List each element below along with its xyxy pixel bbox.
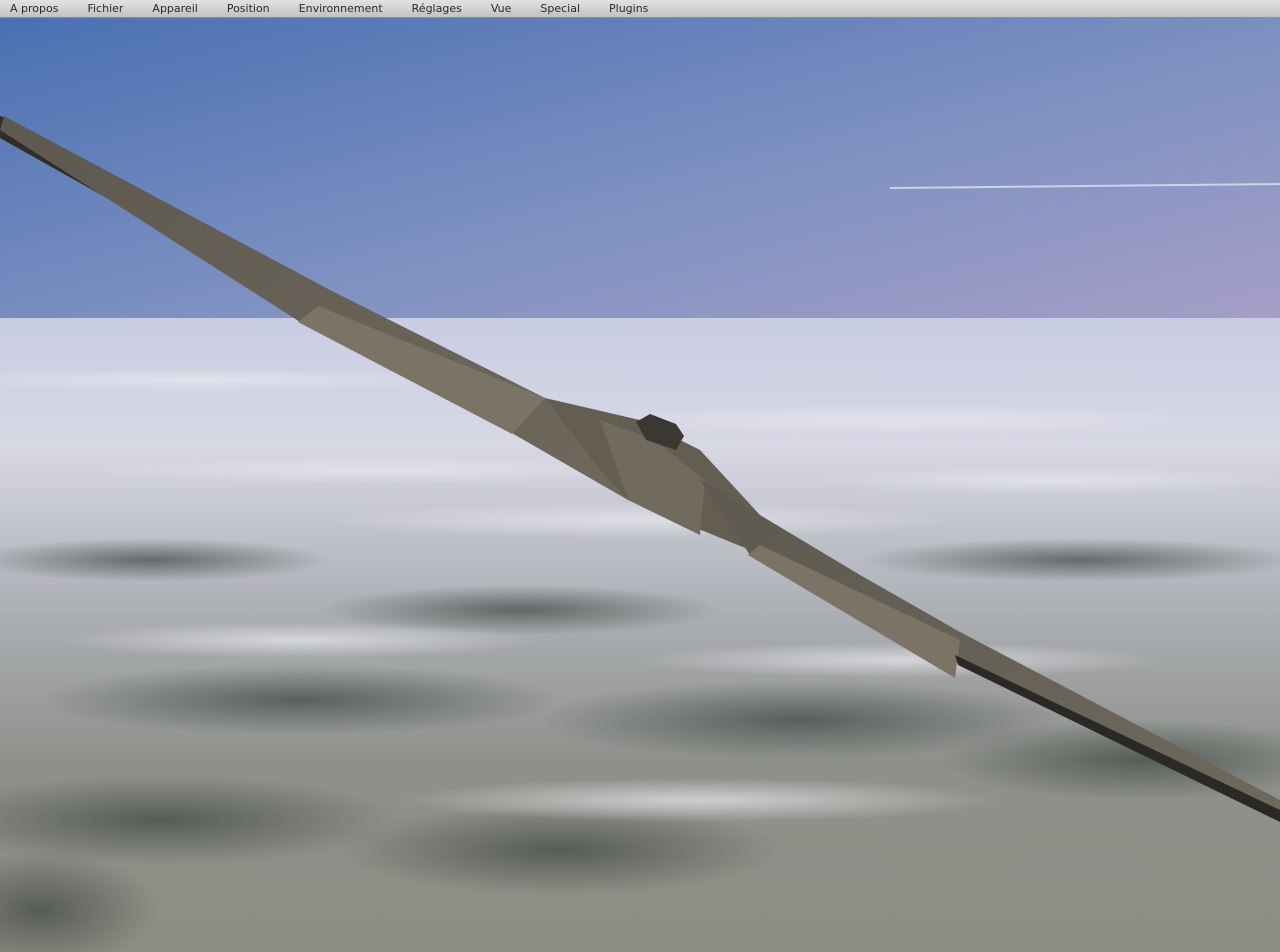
flight-scene <box>0 18 1280 952</box>
menu-special[interactable]: Special <box>530 0 590 18</box>
sky <box>0 18 1280 338</box>
menu-fichier[interactable]: Fichier <box>77 0 133 18</box>
menu-environnement[interactable]: Environnement <box>289 0 393 18</box>
menu-reglages[interactable]: Réglages <box>402 0 472 18</box>
menu-vue[interactable]: Vue <box>481 0 522 18</box>
menu-a-propos[interactable]: A propos <box>0 0 68 18</box>
menu-appareil[interactable]: Appareil <box>142 0 207 18</box>
3d-viewport[interactable] <box>0 18 1280 952</box>
menu-bar: A propos Fichier Appareil Position Envir… <box>0 0 1280 18</box>
menu-plugins[interactable]: Plugins <box>599 0 658 18</box>
menu-position[interactable]: Position <box>217 0 280 18</box>
